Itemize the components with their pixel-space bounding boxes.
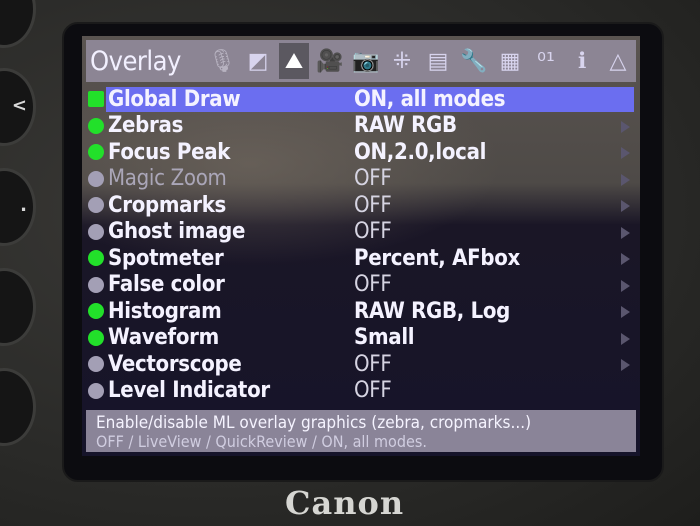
exposure-icon: ◩: [247, 48, 269, 74]
menu-item[interactable]: Cropmarks OFF: [82, 192, 640, 219]
tab-display-settings-icon[interactable]: ▤: [423, 43, 453, 79]
menu-item-label: False color: [108, 272, 225, 298]
menu-item-value: OFF: [354, 378, 392, 404]
menu-item[interactable]: Waveform Small: [82, 325, 640, 352]
menu-item[interactable]: Spotmeter Percent, AFbox: [82, 245, 640, 272]
menu-item-value: Percent, AFbox: [354, 245, 520, 271]
tab-audio-mic-icon[interactable]: 🎙: [207, 43, 237, 79]
submenu-arrow-icon[interactable]: [621, 332, 630, 345]
submenu-arrow-icon[interactable]: [621, 120, 630, 133]
movie-camera-icon: 🎥: [316, 48, 344, 74]
lcd-screen: Overlay 🎙 ◩ ⛰ 🎥 📷 ⁜ ▤ 🔧 ▦ ⁰¹ ℹ △ Global Draw ON, all…: [82, 36, 640, 456]
tab-info-icon[interactable]: ℹ: [567, 43, 597, 79]
menu-item-label: Waveform: [108, 325, 219, 351]
menu-item-value: ON,2.0,local: [354, 139, 487, 165]
menu-item-value: OFF: [354, 351, 392, 377]
status-on-indicator-icon: [88, 329, 104, 346]
menu-title: Overlay: [90, 45, 181, 77]
histogram-overlay-icon: ⛰: [284, 48, 304, 74]
menu-item[interactable]: Magic Zoom OFF: [82, 166, 640, 193]
menu-item-list: Global Draw ON, all modes Zebras RAW RGB Foc…: [82, 86, 640, 404]
menu-item-value: OFF: [354, 166, 392, 192]
status-on-indicator-icon: [88, 250, 104, 267]
status-off-indicator-icon: [88, 276, 104, 293]
menu-item-label: Global Draw: [108, 86, 241, 112]
button-glyph: <: [11, 95, 27, 116]
menu-item-value: Small: [354, 325, 415, 351]
status-on-indicator-icon: [88, 303, 104, 320]
tab-delta-icon[interactable]: △: [603, 43, 633, 79]
status-off-indicator-icon: [88, 223, 104, 240]
menu-item-value: OFF: [354, 192, 392, 218]
tab-histogram-overlay-icon[interactable]: ⛰: [279, 43, 309, 79]
menu-item[interactable]: Zebras RAW RGB: [82, 113, 640, 140]
status-off-indicator-icon: [88, 382, 104, 399]
submenu-arrow-icon[interactable]: [621, 359, 630, 371]
delta-icon: △: [609, 48, 627, 74]
audio-mic-icon: 🎙: [208, 48, 236, 74]
menu-item-label: Cropmarks: [108, 192, 227, 218]
display-settings-icon: ▤: [427, 48, 449, 74]
menu-item[interactable]: Vectorscope OFF: [82, 351, 640, 378]
wrench-icon: 🔧: [460, 48, 488, 74]
help-description: Enable/disable ML overlay graphics (zebr…: [96, 413, 532, 433]
menu-item-label: Focus Peak: [108, 139, 231, 165]
menu-item-label: Zebras: [108, 113, 184, 139]
menu-item[interactable]: False color OFF: [82, 272, 640, 299]
status-on-indicator-icon: [88, 117, 104, 134]
help-options: OFF / LiveView / QuickReview / ON, all m…: [96, 432, 427, 451]
tab-exposure-icon[interactable]: ◩: [243, 43, 273, 79]
menu-item-value: OFF: [354, 219, 392, 245]
submenu-arrow-icon[interactable]: [621, 279, 630, 292]
menu-tabs: 🎙 ◩ ⛰ 🎥 📷 ⁜ ▤ 🔧 ▦ ⁰¹ ℹ △: [204, 43, 636, 79]
menu-item-label: Level Indicator: [108, 378, 270, 404]
menu-item-value: OFF: [354, 272, 392, 298]
submenu-arrow-icon[interactable]: [621, 147, 630, 159]
menu-item-label: Magic Zoom: [108, 166, 227, 192]
status-off-indicator-icon: [88, 356, 104, 373]
menu-item[interactable]: Ghost image OFF: [82, 219, 640, 246]
menu-item[interactable]: Histogram RAW RGB, Log: [82, 298, 640, 325]
status-off-indicator-icon: [88, 170, 104, 187]
menu-item-value: RAW RGB, Log: [354, 298, 511, 324]
tab-photo-camera-icon[interactable]: 📷: [351, 43, 381, 79]
focus-points-icon: ⁜: [392, 48, 412, 74]
menu-tab-bar: Overlay 🎙 ◩ ⛰ 🎥 📷 ⁜ ▤ 🔧 ▦ ⁰¹ ℹ △: [86, 40, 636, 82]
menu-item-label: Spotmeter: [108, 245, 224, 271]
menu-item-value: RAW RGB: [354, 113, 457, 139]
info-icon: ℹ: [577, 48, 587, 74]
button-glyph: .: [20, 195, 27, 216]
submenu-arrow-icon[interactable]: [621, 173, 630, 186]
debug-binary-icon: ⁰¹: [537, 48, 555, 74]
menu-item[interactable]: Level Indicator OFF: [82, 378, 640, 405]
camera-brand-logo: Canon: [285, 484, 405, 522]
status-on-indicator-icon: [88, 91, 104, 108]
menu-item[interactable]: Focus Peak ON,2.0,local: [82, 139, 640, 166]
photo-camera-icon: 📷: [352, 48, 380, 74]
submenu-arrow-icon[interactable]: [621, 200, 630, 212]
tab-wrench-icon[interactable]: 🔧: [459, 43, 489, 79]
submenu-arrow-icon[interactable]: [621, 306, 630, 318]
menu-item-value: ON, all modes: [354, 86, 506, 112]
tab-movie-camera-icon[interactable]: 🎥: [315, 43, 345, 79]
status-off-indicator-icon: [88, 197, 104, 214]
tab-modules-icon[interactable]: ▦: [495, 43, 525, 79]
menu-item[interactable]: Global Draw ON, all modes: [82, 86, 640, 113]
menu-item-label: Histogram: [108, 298, 222, 324]
menu-item-label: Vectorscope: [108, 351, 242, 377]
tab-focus-points-icon[interactable]: ⁜: [387, 43, 417, 79]
menu-item-label: Ghost image: [108, 219, 246, 245]
modules-icon: ▦: [499, 48, 521, 74]
submenu-arrow-icon[interactable]: [621, 226, 630, 239]
submenu-arrow-icon[interactable]: [621, 253, 630, 265]
tab-debug-binary-icon[interactable]: ⁰¹: [531, 43, 561, 79]
status-on-indicator-icon: [88, 144, 104, 161]
help-bar: Enable/disable ML overlay graphics (zebr…: [86, 410, 636, 452]
